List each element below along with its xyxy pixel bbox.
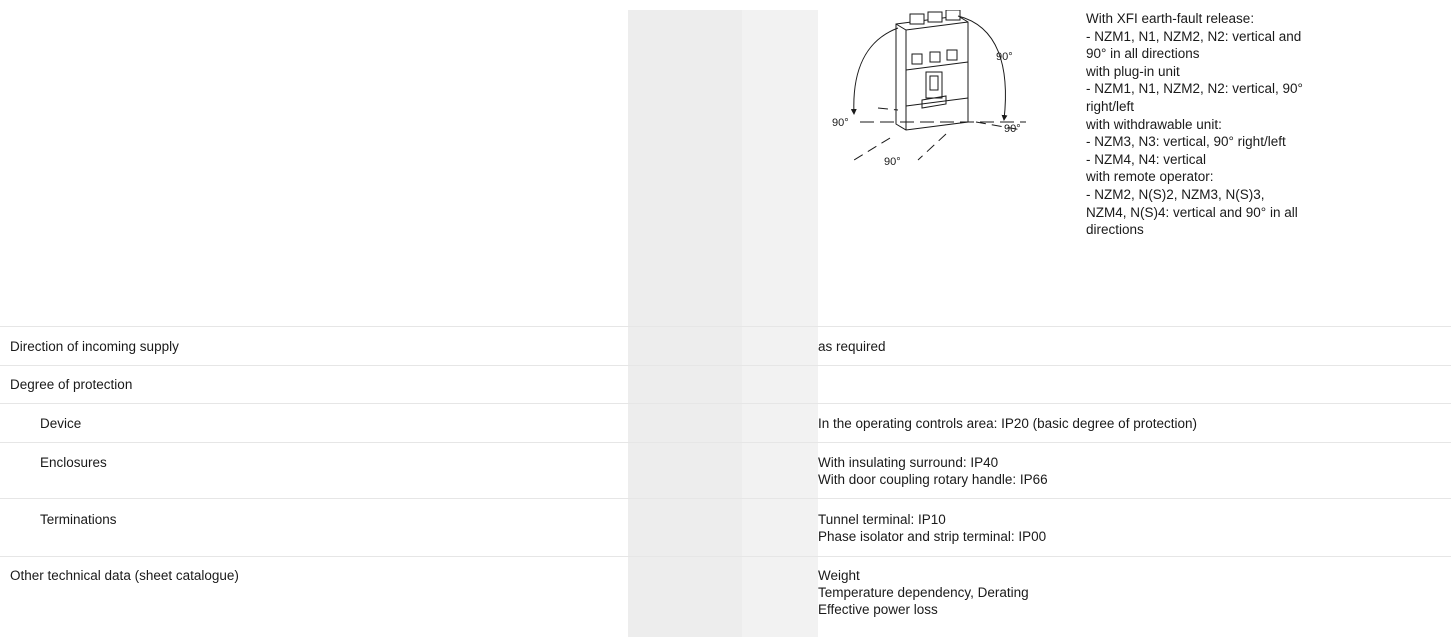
note-line: with remote operator: <box>1086 169 1214 185</box>
shaded-column-light <box>742 10 818 326</box>
row-value: Tunnel terminal: IP10 Phase isolator and… <box>818 511 1046 545</box>
shaded-column <box>628 327 742 365</box>
shaded-column <box>628 499 742 556</box>
angle-label-top-right: 90° <box>996 51 1013 63</box>
row-value: In the operating controls area: IP20 (ba… <box>818 415 1197 432</box>
note-line: with plug-in unit <box>1086 63 1180 79</box>
spec-table: 90° 90° 90° 90° With XFI earth-fault rel… <box>0 10 1451 637</box>
shaded-column-light <box>742 499 818 556</box>
value-line: as required <box>818 339 886 354</box>
row-label: Degree of protection <box>10 377 133 392</box>
row-label: Terminations <box>40 512 117 527</box>
value-line: Effective power loss <box>818 602 938 617</box>
shaded-column <box>628 557 742 637</box>
note-line: - NZM4, N4: vertical <box>1086 151 1207 167</box>
value-line: Weight <box>818 568 860 583</box>
shaded-column-light <box>742 557 818 637</box>
mounting-notes: With XFI earth-fault release: - NZM1, N1… <box>1086 10 1356 239</box>
row-label: Other technical data (sheet catalogue) <box>10 568 239 583</box>
table-row-mounting-position: 90° 90° 90° 90° With XFI earth-fault rel… <box>0 10 1451 327</box>
note-line: - NZM2, N(S)2, NZM3, N(S)3, <box>1086 186 1265 202</box>
row-label: Direction of incoming supply <box>10 339 179 354</box>
note-line: directions <box>1086 222 1144 238</box>
shaded-column-light <box>742 327 818 365</box>
shaded-column <box>628 404 742 442</box>
note-line: - NZM3, N3: vertical, 90° right/left <box>1086 134 1286 150</box>
table-row-enclosures: Enclosures With insulating surround: IP4… <box>0 443 1451 499</box>
table-row-degree-of-protection: Degree of protection <box>0 366 1451 404</box>
row-value: With insulating surround: IP40 With door… <box>818 454 1048 488</box>
shaded-column-light <box>742 366 818 403</box>
shaded-column <box>628 366 742 403</box>
table-row-terminations: Terminations Tunnel terminal: IP10 Phase… <box>0 499 1451 557</box>
note-line: - NZM1, N1, NZM2, N2: vertical and <box>1086 28 1302 44</box>
mounting-position-diagram: 90° 90° 90° 90° <box>832 10 1026 168</box>
table-row-incoming-supply: Direction of incoming supply as required <box>0 327 1451 366</box>
note-line: 90° in all directions <box>1086 46 1200 62</box>
shaded-column <box>628 443 742 498</box>
shaded-column <box>628 10 742 326</box>
angle-label-bottom: 90° <box>884 156 901 168</box>
value-line: Phase isolator and strip terminal: IP00 <box>818 529 1047 544</box>
note-line: - NZM1, N1, NZM2, N2: vertical, 90° <box>1086 81 1303 97</box>
shaded-column-light <box>742 443 818 498</box>
table-row-other-technical-data: Other technical data (sheet catalogue) W… <box>0 557 1451 637</box>
value-line: In the operating controls area: IP20 (ba… <box>818 416 1197 431</box>
note-line: with withdrawable unit: <box>1086 116 1222 132</box>
row-label: Enclosures <box>40 455 107 470</box>
value-line: Temperature dependency, Derating <box>818 585 1029 600</box>
row-label: Device <box>40 416 82 431</box>
shaded-column-light <box>742 404 818 442</box>
angle-label-bottom-right: 90° <box>1004 123 1021 135</box>
note-line: NZM4, N(S)4: vertical and 90° in all <box>1086 204 1298 220</box>
angle-label-left: 90° <box>832 117 849 129</box>
table-row-device: Device In the operating controls area: I… <box>0 404 1451 443</box>
value-line: With door coupling rotary handle: IP66 <box>818 472 1048 487</box>
value-line: With insulating surround: IP40 <box>818 455 999 470</box>
note-line: With XFI earth-fault release: <box>1086 11 1255 26</box>
note-line: right/left <box>1086 98 1135 114</box>
row-value: Weight Temperature dependency, Derating … <box>818 567 1029 618</box>
row-value: as required <box>818 338 886 355</box>
value-line: Tunnel terminal: IP10 <box>818 512 946 527</box>
